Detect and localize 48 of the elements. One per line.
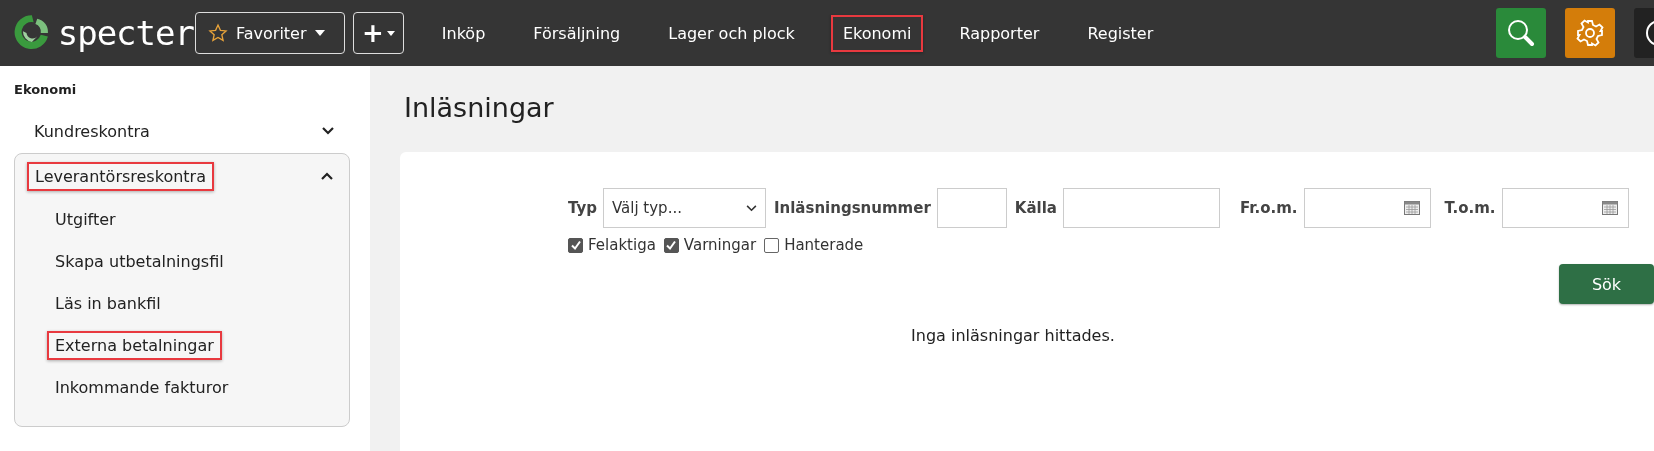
caret-icon (314, 30, 325, 36)
favorites-button[interactable]: Favoriter (195, 12, 345, 54)
field-label: Inläsningsnummer (773, 199, 931, 217)
search-button[interactable] (1496, 8, 1546, 58)
nav-link[interactable]: Rapporter (947, 14, 1052, 52)
calendar-icon (1601, 201, 1618, 215)
nav-link[interactable]: Ekonomi (830, 14, 924, 52)
menu-item[interactable]: Kundreskontra (24, 109, 340, 153)
text-field[interactable] (1062, 188, 1220, 228)
field-label: T.o.m. (1444, 199, 1496, 217)
submenu-link[interactable]: Skapa utbetalningsfil (47, 246, 232, 276)
checkbox-label: Felaktiga (588, 236, 656, 254)
submenu-link[interactable]: Inkommande fakturor (47, 372, 237, 402)
caret-icon (386, 30, 395, 36)
checkbox-label: Hanterade (784, 236, 864, 254)
nav-link[interactable]: Inköp (429, 14, 498, 52)
checkbox[interactable] (764, 237, 780, 253)
empty-message: Inga inläsningar hittades. (910, 326, 1116, 345)
menu-item-label: Kundreskontra (33, 120, 151, 143)
nav-link[interactable]: Lager och plock (656, 14, 807, 52)
number-field[interactable] (936, 188, 1007, 228)
logo-text: specter (57, 13, 194, 53)
nav-link[interactable]: Register (1075, 14, 1166, 52)
checkbox[interactable] (663, 237, 679, 253)
submenu-link[interactable]: Läs in bankfil (47, 288, 169, 318)
date-field[interactable] (1303, 188, 1431, 228)
add-button[interactable]: + (353, 12, 404, 54)
menu-item-label: Leverantörsreskontra (27, 161, 214, 191)
search-submit-button[interactable]: Sök (1559, 264, 1654, 304)
menu-item[interactable]: Leverantörsreskontra (25, 154, 339, 198)
checkbox[interactable] (568, 237, 583, 253)
field-label: Typ (568, 199, 597, 217)
nav-link[interactable]: Försäljning (521, 14, 633, 52)
field-label: Fr.o.m. (1239, 199, 1298, 217)
search-icon (1506, 18, 1536, 48)
type-dropdown[interactable]: Välj typ... (602, 188, 766, 228)
settings-button[interactable] (1565, 8, 1615, 58)
submenu-link[interactable]: Externa betalningar (47, 330, 222, 360)
sidebar-heading: Ekonomi (14, 82, 78, 97)
date-field[interactable] (1501, 188, 1629, 228)
field-label: Källa (1014, 199, 1057, 217)
page-title: Inläsningar (404, 92, 555, 125)
star-icon (208, 23, 228, 43)
calendar-icon (1403, 201, 1420, 215)
checkbox-label: Varningar (683, 236, 757, 254)
chevron-down-icon (745, 204, 757, 212)
settings-icon (1575, 18, 1605, 48)
submenu-link[interactable]: Utgifter (47, 204, 124, 234)
